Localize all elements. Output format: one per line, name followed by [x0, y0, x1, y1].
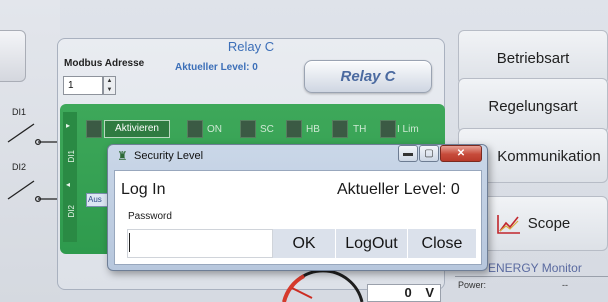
power-value: --: [562, 280, 568, 290]
security-shield-icon: ♜: [117, 149, 128, 163]
di1-label: DI1: [12, 107, 27, 117]
password-input[interactable]: [127, 229, 273, 258]
status-th-label: TH: [353, 124, 367, 135]
left-nav-button[interactable]: [0, 30, 26, 82]
status-hb-label: HB: [306, 124, 320, 135]
th-indicator: [332, 120, 348, 138]
spinner-up-icon[interactable]: ▲: [104, 77, 115, 86]
power-label: Power:: [458, 280, 487, 290]
close-button[interactable]: Close: [408, 229, 476, 258]
control-mode-button[interactable]: Regelungsart: [458, 78, 608, 133]
minimize-icon[interactable]: ▬: [398, 145, 418, 162]
energy-divider: [455, 276, 608, 277]
ilim-indicator: [380, 120, 396, 138]
modbus-address-spinner[interactable]: ▲ ▼: [103, 76, 116, 95]
on-indicator: [187, 120, 203, 138]
di2-label: DI2: [12, 162, 27, 172]
activate-button[interactable]: Aktivieren: [104, 120, 170, 138]
relay-side-strip: [63, 112, 77, 242]
logout-button[interactable]: LogOut: [336, 229, 407, 258]
relay-di1-side-label: DI1: [67, 150, 76, 163]
scope-chart-icon: [496, 214, 520, 234]
spinner-down-icon[interactable]: ▼: [104, 86, 115, 95]
sc-indicator: [240, 120, 256, 138]
password-label: Password: [128, 211, 172, 222]
relay-panel-title: Relay C: [227, 39, 275, 54]
collapse-arrow-icon[interactable]: ◂: [66, 180, 70, 189]
modbus-address-label: Modbus Adresse: [64, 58, 145, 69]
operating-mode-button[interactable]: Betriebsart: [458, 30, 608, 85]
hb-indicator: [286, 120, 302, 138]
expand-arrow-icon[interactable]: ▸: [66, 121, 70, 130]
login-heading: Log In: [121, 181, 166, 198]
voltage-value: 0: [404, 285, 412, 300]
modbus-address-input[interactable]: 1: [63, 76, 103, 95]
status-ilim-label: I Lim: [397, 124, 419, 135]
scope-label: Scope: [527, 215, 571, 232]
status-sc-label: SC: [260, 124, 274, 135]
energy-monitor-title: ENERGY Monitor: [488, 261, 582, 275]
activate-indicator: [86, 120, 102, 138]
dialog-title: Security Level: [134, 150, 204, 162]
di2-switch-icon: [7, 180, 60, 203]
maximize-icon[interactable]: ▢: [419, 145, 439, 162]
voltage-unit: V: [425, 285, 434, 300]
status-on-label: ON: [207, 124, 222, 135]
ok-button[interactable]: OK: [273, 229, 335, 258]
close-window-icon[interactable]: ✕: [440, 145, 482, 162]
dialog-level-label: Aktueller Level: 0: [337, 181, 460, 198]
di1-switch-icon: [7, 123, 60, 146]
relay-c-button[interactable]: Relay C: [304, 60, 432, 93]
text-caret: [129, 233, 130, 252]
relay-di2-side-label: DI2: [67, 205, 76, 218]
relay-level-label: Aktueller Level: 0: [175, 62, 258, 73]
voltage-readout: 0 V: [367, 284, 441, 302]
